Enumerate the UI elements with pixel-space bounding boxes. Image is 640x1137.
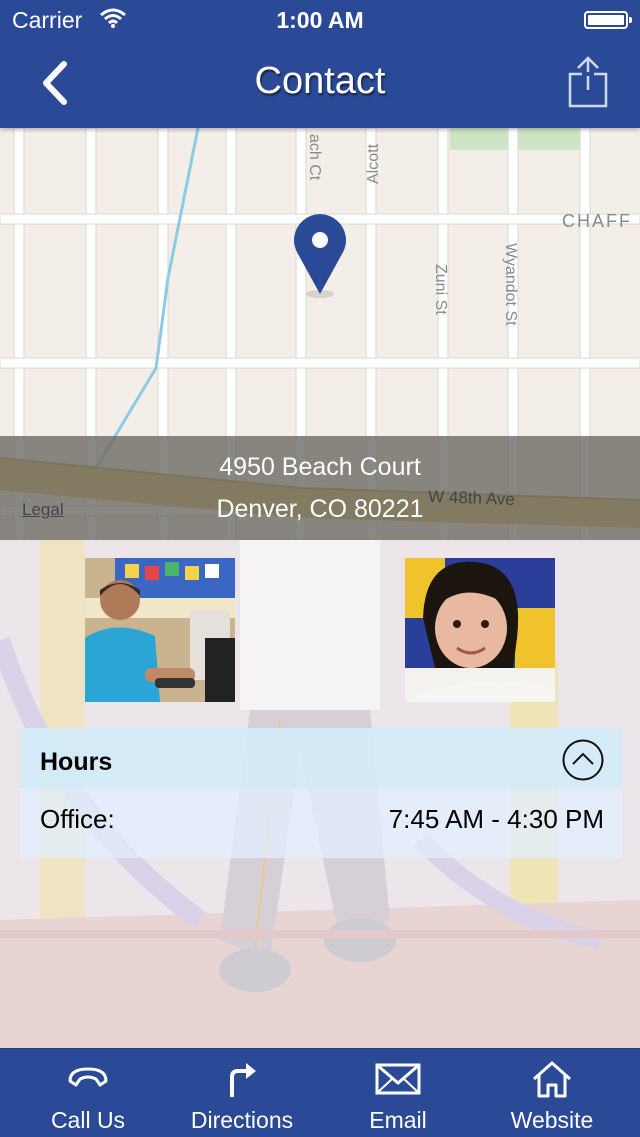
tab-label: Directions bbox=[190, 1107, 294, 1133]
street-label: Zuni St bbox=[432, 264, 449, 315]
content-area: Hours Office: 7:45 AM - 4:30 PM bbox=[0, 540, 640, 1048]
map-pin-icon[interactable] bbox=[290, 210, 350, 300]
tab-label: Website bbox=[510, 1107, 594, 1133]
tab-call-us[interactable]: Call Us bbox=[8, 1049, 168, 1137]
clock: 1:00 AM bbox=[276, 7, 364, 33]
address-line2: Denver, CO 80221 bbox=[216, 495, 424, 523]
turn-right-arrow-icon bbox=[230, 1063, 256, 1097]
share-icon[interactable] bbox=[564, 56, 612, 110]
map-legal-link[interactable]: Legal bbox=[22, 500, 64, 520]
envelope-icon bbox=[375, 1063, 421, 1095]
hours-card: Hours Office: 7:45 AM - 4:30 PM bbox=[20, 728, 622, 858]
hours-title: Hours bbox=[40, 748, 113, 776]
tab-label: Call Us bbox=[50, 1107, 126, 1133]
svg-text:W 48th Ave: W 48th Ave bbox=[428, 487, 515, 509]
phone-icon bbox=[68, 1067, 108, 1087]
status-bar: Carrier 1:00 AM bbox=[0, 0, 640, 40]
battery-icon bbox=[584, 11, 632, 29]
office-hours-value: 7:45 AM - 4:30 PM bbox=[388, 804, 604, 834]
home-icon bbox=[533, 1061, 571, 1098]
street-label: ach Ct bbox=[306, 134, 323, 181]
street-label: Wyandot St bbox=[502, 243, 519, 326]
tab-directions[interactable]: Directions bbox=[162, 1049, 322, 1137]
address-overlay: 4950 Beach Court Denver, CO 80221 bbox=[0, 436, 640, 540]
chevron-up-circle-icon[interactable] bbox=[562, 739, 604, 781]
tab-email[interactable]: Email bbox=[318, 1049, 478, 1137]
nav-bar: Contact bbox=[0, 40, 640, 128]
street-label: Alcott bbox=[365, 143, 382, 184]
boy-at-computer-photo bbox=[85, 558, 235, 702]
office-hours-label: Office: bbox=[40, 804, 115, 834]
page-title: Contact bbox=[254, 60, 386, 102]
tab-website[interactable]: Website bbox=[472, 1049, 632, 1137]
smiling-girl-photo bbox=[405, 558, 555, 702]
tab-label: Email bbox=[369, 1107, 427, 1133]
tab-bar: Call Us Directions Email Website bbox=[0, 1048, 640, 1137]
address-line1: 4950 Beach Court bbox=[219, 453, 421, 481]
highway-label: W 48th Ave bbox=[428, 487, 515, 509]
street-label: CHAFF bbox=[562, 211, 632, 231]
